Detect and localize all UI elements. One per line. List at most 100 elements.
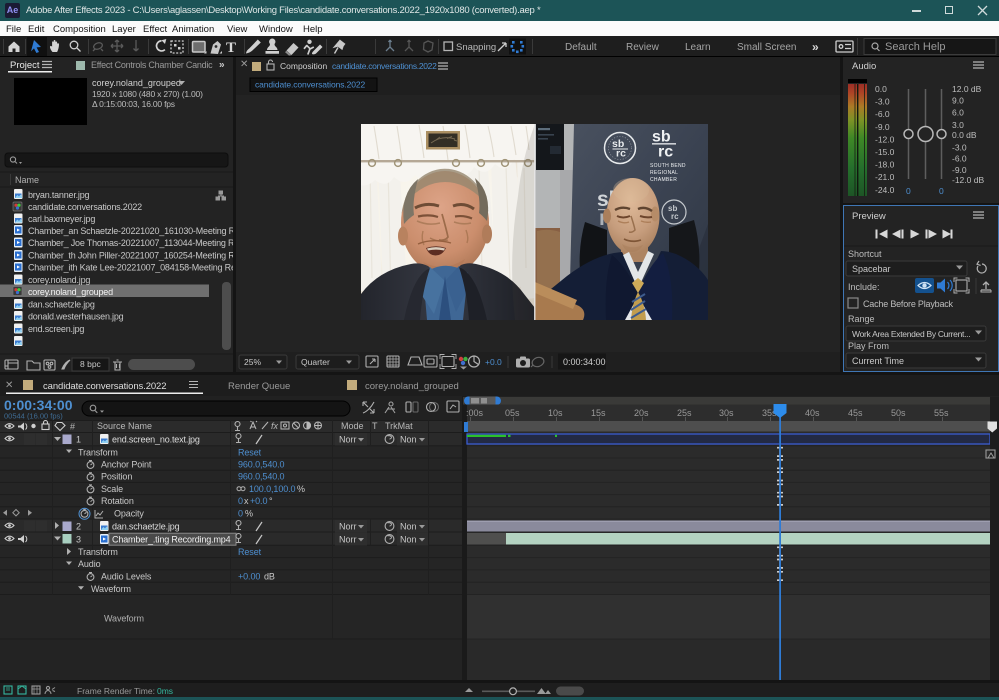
svg-text:Shortcut: Shortcut [848,249,882,259]
svg-text:0: 0 [939,186,944,196]
svg-text:-24.0: -24.0 [875,185,895,195]
svg-text:Small Screen: Small Screen [737,42,796,53]
svg-text:Chamber_ Joe Thomas-20221007_1: Chamber_ Joe Thomas-20221007_113044-Meet… [28,238,233,248]
svg-text:0.0 dB: 0.0 dB [952,130,977,140]
svg-text:Spacebar: Spacebar [852,264,891,274]
svg-text:Play From: Play From [848,341,889,351]
svg-text:Work Area Extended By Current.: Work Area Extended By Current... [852,329,970,339]
svg-text:Transform: Transform [78,447,118,457]
svg-text:-3.0: -3.0 [952,143,967,153]
svg-text:Chamber_ith Kate Lee-20221007_: Chamber_ith Kate Lee-20221007_084158-Mee… [28,263,233,273]
svg-text:corey.noland.jpg: corey.noland.jpg [28,275,90,285]
svg-text:20s: 20s [634,408,649,418]
svg-text:+0.0: +0.0 [485,357,502,367]
svg-text:3.0: 3.0 [952,120,964,130]
svg-text:corey.noland_grouped: corey.noland_grouped [92,78,181,88]
svg-text:15s: 15s [591,408,606,418]
svg-text:candidate.conversations.2022: candidate.conversations.2022 [332,61,437,71]
svg-text:-12.0 dB: -12.0 dB [952,175,984,185]
svg-text:0.0: 0.0 [875,84,887,94]
svg-text:Rotation: Rotation [101,496,134,506]
svg-text:Chamber_an Schaetzle-20221020_: Chamber_an Schaetzle-20221020_161030-Mee… [28,226,233,236]
svg-text:45s: 45s [848,408,863,418]
svg-text:2: 2 [76,522,81,532]
svg-text:10s: 10s [548,408,563,418]
svg-text:Chamber_.ting Recording.mp4: Chamber_.ting Recording.mp4 [112,534,231,544]
svg-text:Audio: Audio [852,61,876,72]
svg-text:Source Name: Source Name [97,421,152,431]
svg-text:dB: dB [264,572,275,582]
svg-text:-18.0: -18.0 [875,160,895,170]
svg-text:0: 0 [238,509,243,519]
svg-text:+0.00: +0.00 [238,572,260,582]
svg-text:REGIONAL: REGIONAL [650,170,678,176]
svg-text:candidate.conversations.2022: candidate.conversations.2022 [28,202,142,212]
svg-text:Review: Review [626,42,660,53]
svg-text:25s: 25s [677,408,692,418]
svg-text:30s: 30s [719,408,734,418]
svg-text:-9.0: -9.0 [952,165,967,175]
svg-text:8 bpc: 8 bpc [80,359,102,369]
svg-text:0ms: 0ms [157,686,173,696]
svg-text:-6.0: -6.0 [952,153,967,163]
svg-text:rc: rc [658,144,673,161]
svg-text:9.0: 9.0 [952,96,964,106]
svg-text:-6.0: -6.0 [875,109,890,119]
svg-text:25%: 25% [244,357,261,367]
svg-text:CHAMBER: CHAMBER [650,177,677,183]
svg-text:Audio: Audio [78,559,101,569]
svg-text:Audio Levels: Audio Levels [101,572,152,582]
svg-text:0:00:34:00: 0:00:34:00 [563,357,606,367]
svg-text:fx: fx [271,421,279,431]
svg-text:%: % [245,509,253,519]
svg-text:Preview: Preview [852,211,886,222]
svg-text:+0.0: +0.0 [250,496,267,506]
svg-text:Waveform: Waveform [104,614,144,624]
svg-text:05s: 05s [505,408,520,418]
svg-text:40s: 40s [805,408,820,418]
svg-text:end.screen.jpg: end.screen.jpg [28,324,84,334]
svg-text:dan.schaetzle.jpg: dan.schaetzle.jpg [28,300,95,310]
svg-text:x: x [244,496,249,506]
svg-text:6.0: 6.0 [952,108,964,118]
svg-text:corey.noland_grouped: corey.noland_grouped [365,381,459,392]
svg-text:0: 0 [906,186,911,196]
svg-text:»: » [219,60,225,71]
svg-text:T: T [226,40,236,56]
svg-text:12.0 dB: 12.0 dB [952,84,982,94]
svg-text:Waveform: Waveform [91,584,131,594]
svg-text:✕: ✕ [5,380,13,391]
svg-text:SOUTH BEND: SOUTH BEND [650,163,686,169]
svg-text:Anchor Point: Anchor Point [101,460,152,470]
svg-text:1: 1 [76,435,81,445]
svg-text:-9.0: -9.0 [875,122,890,132]
svg-text:bryan.tanner.jpg: bryan.tanner.jpg [28,190,90,200]
svg-text:Name: Name [15,175,39,185]
svg-text:Render Queue: Render Queue [228,381,290,392]
svg-text:Chamber_th John Piller-2022100: Chamber_th John Piller-20221007_160254-M… [28,251,233,261]
svg-text:»: » [812,40,819,54]
svg-text:960.0,540.0: 960.0,540.0 [238,472,285,482]
svg-text:dan.schaetzle.jpg: dan.schaetzle.jpg [112,522,180,532]
svg-text:Search Help: Search Help [885,41,946,53]
svg-text:donald.westerhausen.jpg: donald.westerhausen.jpg [28,312,124,322]
svg-text:candidate.conversations.2022: candidate.conversations.2022 [255,80,366,90]
svg-text:Range: Range [848,314,875,324]
svg-text:#: # [70,422,75,432]
svg-text:°: ° [269,496,273,506]
svg-text:Composition: Composition [280,61,328,71]
svg-text:Cache Before Playback: Cache Before Playback [863,299,954,309]
svg-text:50s: 50s [891,408,906,418]
svg-text:55s: 55s [934,408,949,418]
svg-text:Project: Project [10,60,40,71]
svg-text:Include:: Include: [848,282,880,292]
svg-text:corey.noland_grouped: corey.noland_grouped [28,287,113,297]
svg-text:Snapping: Snapping [456,42,496,53]
svg-text:-15.0: -15.0 [875,147,895,157]
svg-text:Quarter: Quarter [301,357,330,367]
svg-text:candidate.conversations.2022: candidate.conversations.2022 [43,381,166,392]
svg-text:%: % [297,484,305,494]
svg-text:1920 x 1080 (480 x 270) (1.00: 1920 x 1080 (480 x 270) (1.00) [92,89,203,99]
svg-text:Position: Position [101,472,132,482]
svg-text:-12.0: -12.0 [875,134,895,144]
